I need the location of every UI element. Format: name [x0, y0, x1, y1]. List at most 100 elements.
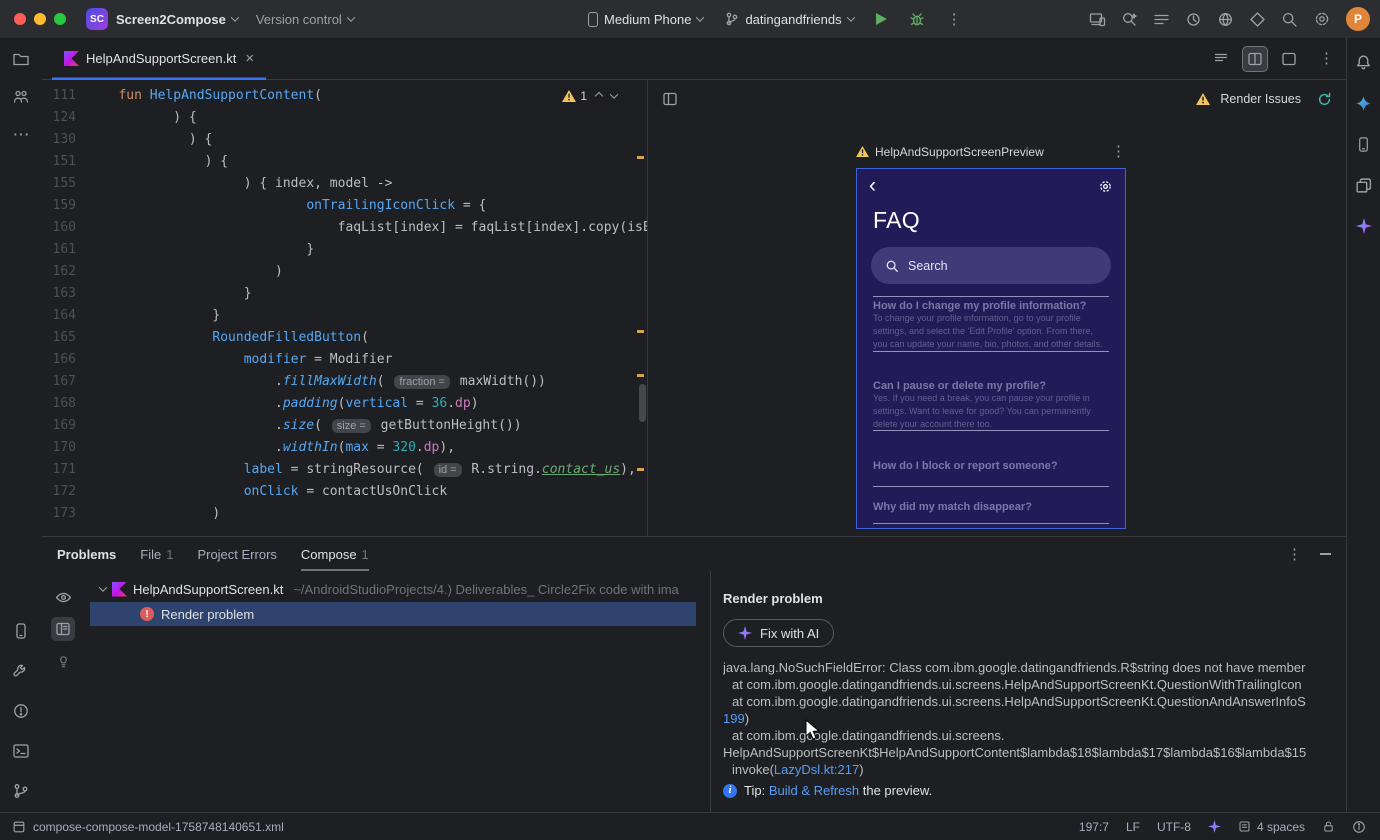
error-stripe-mark[interactable]: [637, 468, 644, 471]
code-line[interactable]: 166 modifier = Modifier: [42, 349, 647, 371]
version-control-tool-icon[interactable]: [12, 782, 30, 800]
info-icon: i: [723, 783, 737, 798]
project-selector[interactable]: Screen2Compose: [116, 12, 240, 27]
fix-with-ai-button[interactable]: Fix with AI: [723, 619, 835, 647]
user-avatar[interactable]: P: [1346, 7, 1370, 31]
editor-scrollbar[interactable]: [639, 384, 646, 422]
search-everywhere-icon[interactable]: [1281, 11, 1298, 28]
code-line[interactable]: 169 .size( size = getButtonHeight()): [42, 415, 647, 437]
debug-button[interactable]: [909, 11, 925, 27]
info-circle-icon[interactable]: [1352, 820, 1366, 834]
device-manager-icon[interactable]: [1355, 136, 1372, 153]
ai-search-icon[interactable]: [1121, 11, 1138, 28]
line-number: 169: [52, 418, 76, 433]
problems-tab-project-errors[interactable]: Project Errors: [197, 537, 276, 571]
build-variants-icon[interactable]: [1355, 177, 1372, 194]
vcs-widget[interactable]: Version control: [256, 12, 356, 27]
code-line[interactable]: 155) { index, model ->: [42, 173, 647, 195]
problems-tab-compose[interactable]: Compose 1: [301, 537, 369, 571]
encoding-widget[interactable]: UTF-8: [1157, 820, 1191, 834]
code-line[interactable]: 172 onClick = contactUsOnClick: [42, 481, 647, 503]
build-refresh-link[interactable]: Build & Refresh: [769, 783, 859, 798]
code-line[interactable]: 168 .padding(vertical = 36.dp): [42, 393, 647, 415]
more-tool-windows-icon[interactable]: ⋯: [13, 126, 30, 143]
task-list-icon[interactable]: [1153, 11, 1170, 28]
split-view-toggle[interactable]: [1242, 45, 1268, 72]
editor-options-kebab[interactable]: ⋮: [1319, 51, 1334, 66]
run-configuration-selector[interactable]: datingandfriends: [725, 12, 855, 27]
render-problem-row[interactable]: ! Render problem: [90, 602, 696, 626]
project-tool-icon[interactable]: [12, 50, 30, 68]
inspections-widget[interactable]: 1: [558, 87, 621, 105]
resource-manager-icon[interactable]: [1249, 11, 1266, 28]
faq-divider: [873, 351, 1109, 352]
problems-file-row[interactable]: HelpAndSupportScreen.kt ~/AndroidStudioP…: [84, 577, 710, 601]
problems-tool-icon[interactable]: [12, 702, 30, 720]
line-number: 165: [52, 330, 76, 345]
code-line[interactable]: 111 fun HelpAndSupportContent(: [42, 85, 647, 107]
structure-tool-icon[interactable]: [12, 88, 30, 106]
code-editor[interactable]: 111 fun HelpAndSupportContent(124) {130) …: [42, 80, 648, 536]
code-line[interactable]: 130) {: [42, 129, 647, 151]
gemini-icon[interactable]: [1355, 95, 1372, 112]
code-line[interactable]: 171 label = stringResource( id = R.string…: [42, 459, 647, 481]
design-view-toggle[interactable]: [1277, 47, 1301, 71]
notifications-bell-icon[interactable]: [1355, 54, 1372, 71]
next-problem-icon[interactable]: [609, 90, 619, 99]
caret-position-widget[interactable]: 197:7: [1079, 820, 1109, 834]
code-view-toggle[interactable]: [1209, 47, 1233, 71]
close-window-button[interactable]: [14, 13, 26, 25]
previous-problem-icon[interactable]: [594, 91, 604, 101]
error-stripe-mark[interactable]: [637, 330, 644, 333]
tree-expand-chevron[interactable]: [98, 583, 108, 592]
code-line[interactable]: 164}: [42, 305, 647, 327]
run-button[interactable]: [875, 13, 887, 25]
build-refresh-icon[interactable]: [1317, 92, 1332, 107]
ai-status-star-icon[interactable]: [1207, 820, 1221, 833]
quickfix-bulb-icon[interactable]: [51, 649, 75, 673]
running-devices-icon[interactable]: [12, 622, 30, 640]
preview-eye-icon[interactable]: [51, 585, 75, 609]
stack-link[interactable]: LazyDsl.kt:217: [774, 762, 859, 777]
code-line[interactable]: 159 onTrailingIconClick = {: [42, 195, 647, 217]
settings-gear-icon[interactable]: [1313, 10, 1331, 28]
code-line[interactable]: 162): [42, 261, 647, 283]
build-tool-icon[interactable]: [12, 662, 30, 680]
code-line[interactable]: 165 RoundedFilledButton(: [42, 327, 647, 349]
faq-question: Why did my match disappear?: [873, 501, 1032, 513]
indent-widget[interactable]: 4 spaces: [1238, 820, 1305, 834]
code-line[interactable]: 151) {: [42, 151, 647, 173]
lock-icon[interactable]: [1322, 820, 1335, 833]
render-problem-label: Render problem: [161, 606, 255, 622]
code-line[interactable]: 161}: [42, 239, 647, 261]
device-mirroring-icon[interactable]: [1089, 11, 1106, 28]
code-line[interactable]: 124) {: [42, 107, 647, 129]
problems-panel-title[interactable]: Problems: [57, 547, 116, 562]
error-stripe-mark[interactable]: [637, 374, 644, 377]
terminal-tool-icon[interactable]: [12, 742, 30, 760]
minimize-window-button[interactable]: [34, 13, 46, 25]
services-icon[interactable]: [1217, 11, 1234, 28]
problems-tab-file[interactable]: File 1: [140, 537, 173, 571]
ai-star-icon[interactable]: [1355, 218, 1372, 234]
close-tab-icon[interactable]: ×: [245, 50, 254, 67]
preview-card-kebab[interactable]: ⋮: [1111, 144, 1126, 159]
panel-options-kebab[interactable]: ⋮: [1287, 547, 1302, 562]
profiler-icon[interactable]: [1185, 11, 1202, 28]
code-line[interactable]: 167 .fillMaxWidth( fraction = maxWidth()): [42, 371, 647, 393]
code-line[interactable]: 170 .widthIn(max = 320.dp),: [42, 437, 647, 459]
hide-panel-icon[interactable]: [1320, 553, 1331, 555]
stack-link[interactable]: 199: [723, 711, 745, 726]
line-separator-widget[interactable]: LF: [1126, 820, 1140, 834]
code-line[interactable]: 173): [42, 503, 647, 525]
details-view-icon[interactable]: [51, 617, 75, 641]
more-actions-kebab[interactable]: ⋮: [947, 12, 962, 27]
zoom-window-button[interactable]: [54, 13, 66, 25]
tab-helpandsupportscreen[interactable]: HelpAndSupportScreen.kt ×: [52, 38, 266, 80]
preview-layout-icon[interactable]: [662, 91, 678, 107]
error-stripe-mark[interactable]: [637, 156, 644, 159]
code-line[interactable]: 160 faqList[index] = faqList[index].copy(…: [42, 217, 647, 239]
render-issues-button[interactable]: Render Issues: [1220, 92, 1301, 106]
device-selector[interactable]: Medium Phone: [588, 11, 705, 27]
code-line[interactable]: 163}: [42, 283, 647, 305]
